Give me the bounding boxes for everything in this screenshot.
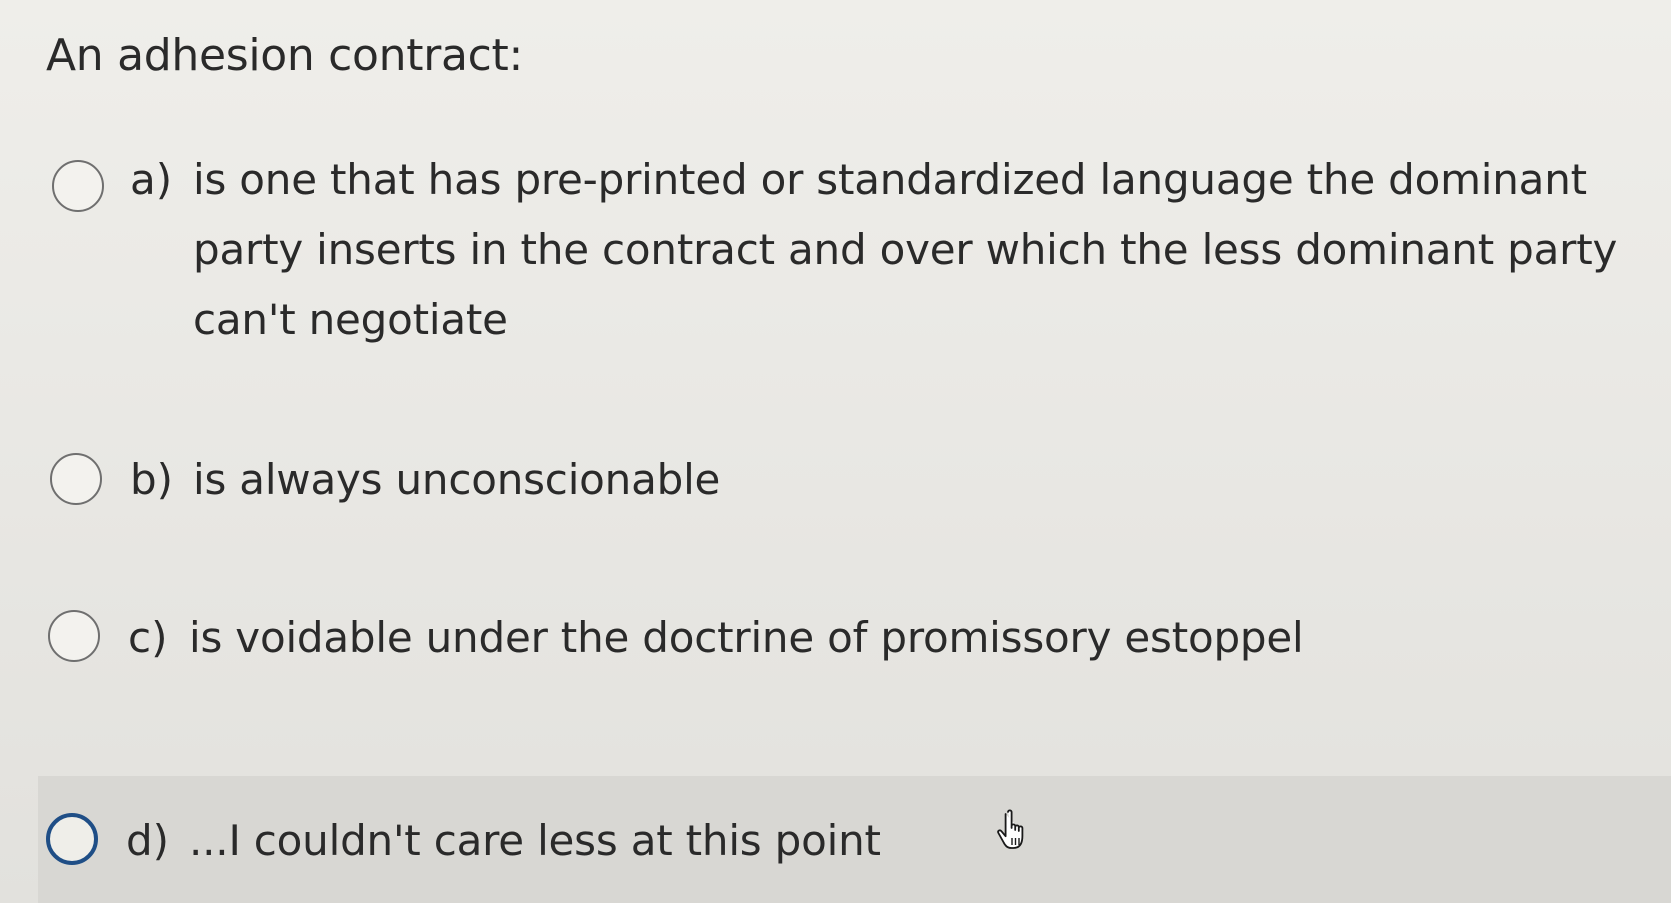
option-letter-b: b) — [130, 455, 174, 504]
option-text-a[interactable]: is one that has pre-printed or standardi… — [193, 145, 1663, 355]
radio-button-c[interactable] — [48, 610, 100, 662]
radio-button-a[interactable] — [52, 160, 104, 212]
option-letter-d: d) — [126, 816, 170, 865]
option-text-b[interactable]: is always unconscionable — [193, 445, 720, 515]
quiz-screen: An adhesion contract: a) is one that has… — [0, 0, 1671, 903]
question-text: An adhesion contract: — [46, 30, 524, 81]
option-letter-c: c) — [128, 613, 168, 662]
option-text-d[interactable]: ...I couldn't care less at this point — [189, 806, 881, 876]
option-text-c[interactable]: is voidable under the doctrine of promis… — [189, 603, 1304, 673]
hand-pointer-icon — [997, 809, 1024, 849]
radio-button-d[interactable] — [46, 813, 98, 865]
option-letter-a: a) — [130, 155, 173, 204]
radio-button-b[interactable] — [50, 453, 102, 505]
